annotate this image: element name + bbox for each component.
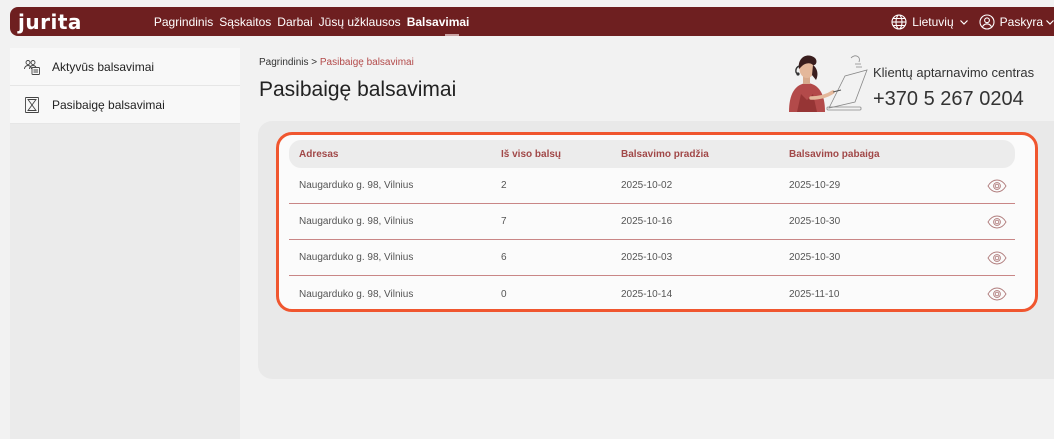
account-label: Paskyra — [999, 14, 1043, 29]
jurita-logo[interactable]: jurita — [18, 12, 82, 32]
table-row[interactable]: Naugarduko g. 98, Vilnius 0 2025-10-14 2… — [289, 276, 1015, 312]
top-navigation-bar: jurita Pagrindinis Sąskaitos Darbai Jūsų… — [10, 7, 1054, 36]
table-row[interactable]: Naugarduko g. 98, Vilnius 2 2025-10-02 2… — [289, 168, 1015, 204]
support-phone[interactable]: +370 5 267 0204 — [873, 88, 1024, 111]
main-content: Pagrindinis > Pasibaigę balsavimai Pasib… — [240, 48, 1054, 439]
column-header-total-votes: Iš viso balsų — [501, 148, 562, 160]
eye-icon[interactable] — [987, 251, 1007, 265]
cell-start: 2025-10-02 — [621, 180, 673, 191]
support-agent-illustration — [775, 52, 871, 117]
cell-votes: 0 — [501, 288, 507, 300]
sidebar-item-label: Pasibaigę balsavimai — [52, 97, 165, 112]
cell-start: 2025-10-03 — [621, 252, 673, 263]
eye-icon[interactable] — [987, 287, 1007, 301]
nav-item-pagrindinis[interactable]: Pagrindinis — [154, 7, 213, 36]
nav-item-saskaitos[interactable]: Sąskaitos — [219, 7, 271, 36]
cell-actions — [979, 215, 1015, 229]
eye-icon[interactable] — [987, 179, 1007, 193]
cell-votes: 6 — [501, 252, 507, 263]
cell-actions — [979, 179, 1015, 193]
cell-end: 2025-10-29 — [789, 180, 841, 191]
cell-votes: 7 — [501, 216, 507, 227]
cell-start: 2025-10-14 — [621, 288, 673, 300]
support-label: Klientų aptarnavimo centras — [873, 65, 1035, 80]
ballot-icon — [22, 57, 42, 77]
chevron-down-icon — [1046, 17, 1054, 27]
sidebar-item-aktyvus-balsavimai[interactable]: Aktyvūs balsavimai — [10, 48, 240, 86]
table-row[interactable]: Naugarduko g. 98, Vilnius 6 2025-10-03 2… — [289, 240, 1015, 276]
breadcrumb-root[interactable]: Pagrindinis — [259, 57, 308, 68]
page-title: Pasibaigę balsavimai — [259, 78, 457, 101]
finished-votes-table: Adresas Iš viso balsų Balsavimo pradžia … — [276, 132, 1038, 312]
cell-end: 2025-11-10 — [789, 288, 840, 300]
nav-item-uzklausos[interactable]: Jūsų užklausos — [319, 7, 401, 36]
language-selector[interactable]: Lietuvių — [891, 13, 969, 30]
cell-address: Naugarduko g. 98, Vilnius — [299, 252, 414, 263]
eye-icon[interactable] — [987, 215, 1007, 229]
column-header-address: Adresas — [299, 148, 339, 160]
cell-actions — [979, 287, 1015, 301]
column-header-start: Balsavimo pradžia — [621, 148, 709, 160]
chevron-down-icon — [959, 17, 969, 27]
cell-actions — [979, 251, 1015, 265]
breadcrumb-separator: > — [311, 57, 318, 68]
nav-item-balsavimai[interactable]: Balsavimai — [407, 7, 469, 36]
globe-icon — [891, 13, 907, 30]
sidebar-item-pasibaige-balsavimai[interactable]: Pasibaigę balsavimai — [10, 86, 240, 124]
nav-item-darbai[interactable]: Darbai — [277, 7, 312, 36]
top-right-controls: Lietuvių Paskyra — [891, 7, 1054, 36]
breadcrumb: Pagrindinis > Pasibaigę balsavimai — [259, 57, 414, 68]
sidebar-item-label: Aktyvūs balsavimai — [52, 59, 155, 74]
cell-votes: 2 — [501, 180, 507, 191]
main-nav: Pagrindinis Sąskaitos Darbai Jūsų užklau… — [154, 7, 476, 36]
cell-address: Naugarduko g. 98, Vilnius — [299, 180, 414, 191]
cell-end: 2025-10-30 — [789, 216, 841, 227]
user-icon — [979, 13, 995, 30]
cell-address: Naugarduko g. 98, Vilnius — [299, 216, 414, 227]
account-menu[interactable]: Paskyra — [979, 13, 1054, 30]
table-row[interactable]: Naugarduko g. 98, Vilnius 7 2025-10-16 2… — [289, 204, 1015, 240]
hourglass-icon — [22, 95, 42, 115]
cell-end: 2025-10-30 — [789, 252, 841, 263]
language-label: Lietuvių — [912, 14, 954, 29]
support-contact: Klientų aptarnavimo centras +370 5 267 0… — [775, 52, 1054, 112]
cell-start: 2025-10-16 — [621, 216, 673, 227]
sidebar: Aktyvūs balsavimai Pasibaigę balsavimai — [10, 48, 240, 439]
breadcrumb-current: Pasibaigę balsavimai — [319, 57, 414, 68]
column-header-end: Balsavimo pabaiga — [789, 148, 880, 160]
cell-address: Naugarduko g. 98, Vilnius — [299, 288, 414, 300]
table-header: Adresas Iš viso balsų Balsavimo pradžia … — [289, 140, 1015, 168]
